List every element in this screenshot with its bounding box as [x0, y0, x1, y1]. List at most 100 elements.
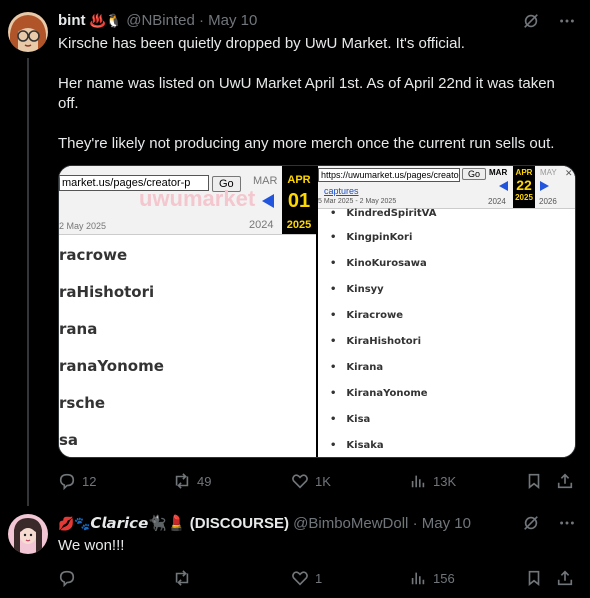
post-top-icons	[522, 12, 576, 34]
list-item: Kirana	[330, 362, 383, 373]
month-prev: MAR	[489, 168, 508, 177]
day-current: 01	[287, 190, 311, 212]
captures-link: captures	[324, 186, 359, 196]
separator: ·	[412, 515, 418, 532]
like-icon	[292, 571, 308, 586]
author-emoji-prefix: 💋🐾	[58, 516, 91, 531]
post-date[interactable]: May 10	[422, 515, 471, 532]
post-paragraph: Her name was listed on UwU Market April …	[58, 75, 555, 112]
month-next: MAY	[540, 168, 557, 177]
capture-range: 5 Mar 2025 - 2 May 2025	[318, 198, 397, 205]
list-item: Kiracrowe	[330, 310, 403, 321]
views-count: 156	[433, 570, 455, 586]
bookmark-button[interactable]	[525, 569, 543, 587]
wayback-toolbar: https://uwumarket.us/pages/creator-p Go …	[318, 166, 575, 209]
like-button[interactable]: 1	[291, 569, 322, 587]
list-item: racrowe	[59, 246, 128, 264]
post-bint[interactable]: bint ♨️🐧 @NBinted · May 10 Kirsche has b…	[0, 0, 590, 506]
like-count: 1K	[315, 473, 331, 489]
list-item: KiranaYonome	[330, 388, 427, 399]
avatar[interactable]	[8, 12, 48, 52]
author-handle[interactable]: @NBinted	[126, 12, 195, 29]
separator: ·	[198, 12, 204, 29]
grok-icon[interactable]	[522, 12, 540, 34]
list-item: raHishotori	[59, 283, 155, 301]
list-item: ranaYonome	[59, 357, 164, 375]
post-top-icons	[522, 514, 576, 536]
views-icon	[411, 572, 425, 585]
year-prev: 2024	[488, 197, 506, 206]
views-button[interactable]: 13K	[409, 472, 456, 490]
post-paragraph: Kirsche has been quietly dropped by UwU …	[58, 35, 465, 52]
views-icon	[411, 475, 425, 488]
author-emoji: ♨️🐧	[89, 13, 123, 28]
year-next: 2026	[539, 197, 557, 206]
next-arrow-icon	[540, 181, 549, 191]
list-item: KinoKurosawa	[330, 258, 426, 269]
list-item: Kisa	[330, 414, 370, 425]
author-handle[interactable]: @BimboMewDoll	[293, 515, 408, 532]
bookmark-icon	[528, 570, 540, 586]
list-item: KindredSpiritVA	[330, 208, 436, 219]
more-icon[interactable]	[558, 12, 576, 34]
close-icon: ✕	[565, 168, 573, 178]
like-count: 1	[315, 570, 323, 586]
capture-range: 2 May 2025	[59, 221, 107, 231]
reply-button[interactable]: 12	[58, 472, 96, 490]
share-button[interactable]	[556, 569, 574, 587]
current-date: APR 22 2025	[513, 166, 535, 208]
current-date: APR 01 2025	[282, 166, 316, 234]
list-item: rana	[59, 320, 98, 338]
avatar[interactable]	[8, 514, 48, 554]
go-button: Go	[462, 168, 487, 180]
post-date[interactable]: May 10	[208, 12, 257, 29]
list-item: Kinsyy	[330, 284, 383, 295]
post-paragraph: They're likely not producing any more me…	[58, 135, 555, 152]
grok-icon[interactable]	[522, 514, 540, 536]
share-icon	[557, 570, 573, 586]
wayback-screenshot-left: market.us/pages/creator-p Go uwumarket 2…	[59, 166, 316, 457]
post-text: Kirsche has been quietly dropped by UwU …	[58, 34, 578, 174]
list-item: KingpinKori	[330, 232, 412, 243]
views-count: 13K	[433, 473, 457, 489]
share-button[interactable]	[556, 472, 574, 490]
post-header: 💋🐾𝘾𝙡𝙖𝙧𝙞𝙘𝙚🐈‍⬛💄 (DISCOURSE) @BimboMewDoll …	[58, 514, 471, 533]
month-current: APR	[515, 168, 533, 177]
repost-icon	[175, 570, 189, 586]
post-clarice[interactable]: 💋🐾𝘾𝙡𝙖𝙧𝙞𝙘𝙚🐈‍⬛💄 (DISCOURSE) @BimboMewDoll …	[0, 506, 590, 598]
like-button[interactable]: 1K	[291, 472, 331, 490]
prev-arrow-icon	[499, 181, 508, 191]
list-item: sa	[59, 431, 79, 449]
day-current: 22	[516, 177, 532, 193]
prev-arrow-icon	[262, 194, 274, 208]
post-header: bint ♨️🐧 @NBinted · May 10	[58, 12, 257, 30]
post-text: We won!!!	[58, 537, 125, 554]
repost-button[interactable]: 49	[173, 472, 211, 490]
more-icon[interactable]	[558, 514, 576, 536]
like-icon	[292, 474, 308, 489]
repost-icon	[175, 473, 189, 489]
post-media[interactable]: market.us/pages/creator-p Go uwumarket 2…	[58, 165, 576, 458]
url-input: https://uwumarket.us/pages/creator-p	[318, 168, 460, 182]
month-prev: MAR	[253, 175, 278, 187]
share-icon	[557, 473, 573, 489]
wayback-screenshot-right: https://uwumarket.us/pages/creator-p Go …	[318, 166, 575, 457]
bookmark-icon	[528, 473, 540, 489]
year-prev: 2024	[249, 219, 274, 231]
reply-count: 12	[82, 473, 97, 489]
author-name-suffix[interactable]: 🐈‍⬛💄 (DISCOURSE)	[148, 515, 289, 532]
repost-button[interactable]	[173, 569, 191, 587]
bookmark-button[interactable]	[525, 472, 543, 490]
reply-button[interactable]	[58, 569, 76, 587]
reply-icon	[59, 473, 75, 490]
wayback-logo: uwumarket	[139, 186, 256, 211]
thread-line	[27, 58, 29, 506]
year-current: 2025	[515, 193, 533, 202]
author-name[interactable]: 𝘾𝙡𝙖𝙧𝙞𝙘𝙚	[90, 514, 148, 532]
list-item: KiraHishotori	[330, 336, 421, 347]
author-name[interactable]: bint	[58, 12, 86, 29]
reply-icon	[59, 570, 75, 587]
list-item: rsche	[59, 394, 106, 412]
views-button[interactable]: 156	[409, 569, 455, 587]
wayback-toolbar: market.us/pages/creator-p Go uwumarket 2…	[59, 166, 316, 235]
